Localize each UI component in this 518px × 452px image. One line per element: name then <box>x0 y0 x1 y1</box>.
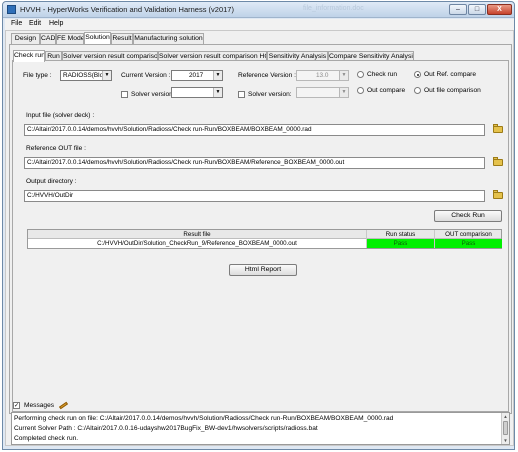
log-line: Completed check run. <box>14 435 79 442</box>
table-row[interactable]: C:/HVVH/OutDir/Solution_CheckRun_9/Refer… <box>28 239 502 248</box>
reference-version-select[interactable]: 13.0 ▼ <box>296 70 349 81</box>
chevron-down-icon: ▼ <box>213 88 222 97</box>
current-version-select[interactable]: 2017 ▼ <box>171 70 223 81</box>
ghost-title: file_information.doc <box>303 5 364 12</box>
chevron-down-icon: ▼ <box>339 88 348 97</box>
solver-version-label-2: Solver version: <box>248 91 292 98</box>
maximize-button[interactable]: □ <box>468 4 486 15</box>
window-title: HVVH - HyperWorks Verification and Valid… <box>20 5 234 14</box>
minimize-button[interactable]: – <box>449 4 467 15</box>
solver-version-label: Solver version: <box>131 91 175 98</box>
messages-checkbox[interactable]: ✓ <box>13 402 20 409</box>
out-comparison-cell: Pass <box>435 239 502 248</box>
log-line: Performing check run on file: C:/Altair/… <box>14 415 394 422</box>
results-table: Result file Run status OUT comparison C:… <box>27 229 502 249</box>
scroll-down-icon[interactable]: ▼ <box>502 437 509 444</box>
log-line: Current Solver Path : C:/Altair/2017.0.0… <box>14 425 318 432</box>
tab-manufacturing-solution[interactable]: Manufacturing solution <box>133 33 204 44</box>
radio-out-file-comparison[interactable] <box>414 87 421 94</box>
radio-out-file-comparison-label: Out file comparison <box>424 87 481 94</box>
file-type-select[interactable]: RADIOSS(Block) ▼ <box>60 70 112 81</box>
solver-version-select[interactable]: ▼ <box>171 87 223 98</box>
tab-fe-model[interactable]: FE Model <box>56 33 84 44</box>
tab-cad[interactable]: CAD <box>40 33 56 44</box>
column-header-result-file: Result file <box>28 230 367 239</box>
chevron-down-icon: ▼ <box>102 71 111 80</box>
column-header-run-status: Run status <box>367 230 435 239</box>
result-file-cell: C:/HVVH/OutDir/Solution_CheckRun_9/Refer… <box>28 239 367 248</box>
reference-version-label: Reference Version : <box>238 72 296 79</box>
app-window: HVVH - HyperWorks Verification and Valid… <box>2 1 515 450</box>
radio-check-run-label: Check run <box>367 71 398 78</box>
folder-open-icon[interactable] <box>493 190 504 200</box>
reference-version-value: 13.0 <box>316 72 329 79</box>
column-header-out-comparison: OUT comparison <box>445 231 492 238</box>
output-dir-field[interactable]: C:/HVVH/OutDir <box>24 190 485 202</box>
menu-edit[interactable]: Edit <box>29 20 41 27</box>
main-content: Design CAD FE Model Solution Result Manu… <box>5 30 514 446</box>
folder-open-icon[interactable] <box>493 124 504 134</box>
check-run-panel: File type : RADIOSS(Block) ▼ Current Ver… <box>12 60 509 412</box>
chevron-down-icon: ▼ <box>339 71 348 80</box>
reference-out-label: Reference OUT file : <box>26 145 86 152</box>
table-header: Result file Run status OUT comparison <box>28 230 501 239</box>
radio-out-compare[interactable] <box>357 87 364 94</box>
folder-open-icon[interactable] <box>493 157 504 167</box>
input-file-label: Input file (solver deck) : <box>26 112 95 119</box>
log-scrollbar[interactable]: ▲ ▼ <box>501 413 509 444</box>
radio-out-ref-compare[interactable] <box>414 71 421 78</box>
tab-design[interactable]: Design <box>11 33 40 44</box>
radio-check-run[interactable] <box>357 71 364 78</box>
tab-check-run[interactable]: Check run <box>13 50 45 62</box>
input-file-field[interactable]: C:/Altair/2017.0.0.14/demos/hvvh/Solutio… <box>24 124 485 136</box>
app-icon <box>7 5 16 14</box>
menu-bar: File Edit Help <box>5 19 514 30</box>
file-type-label: File type : <box>23 72 52 79</box>
scroll-thumb[interactable] <box>503 421 508 435</box>
check-run-button[interactable]: Check Run <box>434 210 502 222</box>
solver-version-select-2[interactable]: ▼ <box>296 87 349 98</box>
reference-out-field[interactable]: C:/Altair/2017.0.0.14/demos/hvvh/Solutio… <box>24 157 485 169</box>
scroll-up-icon[interactable]: ▲ <box>502 413 509 420</box>
close-button[interactable]: X <box>487 4 512 15</box>
tab-result[interactable]: Result <box>111 33 133 44</box>
radio-out-ref-compare-label: Out Ref. compare <box>424 71 477 78</box>
current-version-value: 2017 <box>189 72 204 79</box>
tab-solution[interactable]: Solution <box>84 32 111 44</box>
solver-version-checkbox-2[interactable] <box>238 91 245 98</box>
html-report-button[interactable]: Html Report <box>229 264 297 276</box>
messages-log[interactable]: Performing check run on file: C:/Altair/… <box>11 412 510 445</box>
chevron-down-icon: ▼ <box>213 71 222 80</box>
menu-help[interactable]: Help <box>49 20 63 27</box>
run-status-cell: Pass <box>367 239 435 248</box>
current-version-label: Current Version : <box>121 72 171 79</box>
radio-out-compare-label: Out compare <box>367 87 406 94</box>
menu-file[interactable]: File <box>11 20 22 27</box>
messages-label: Messages <box>24 402 55 409</box>
solver-version-checkbox[interactable] <box>121 91 128 98</box>
output-dir-label: Output directory : <box>26 178 77 185</box>
title-bar[interactable]: HVVH - HyperWorks Verification and Valid… <box>3 2 514 18</box>
